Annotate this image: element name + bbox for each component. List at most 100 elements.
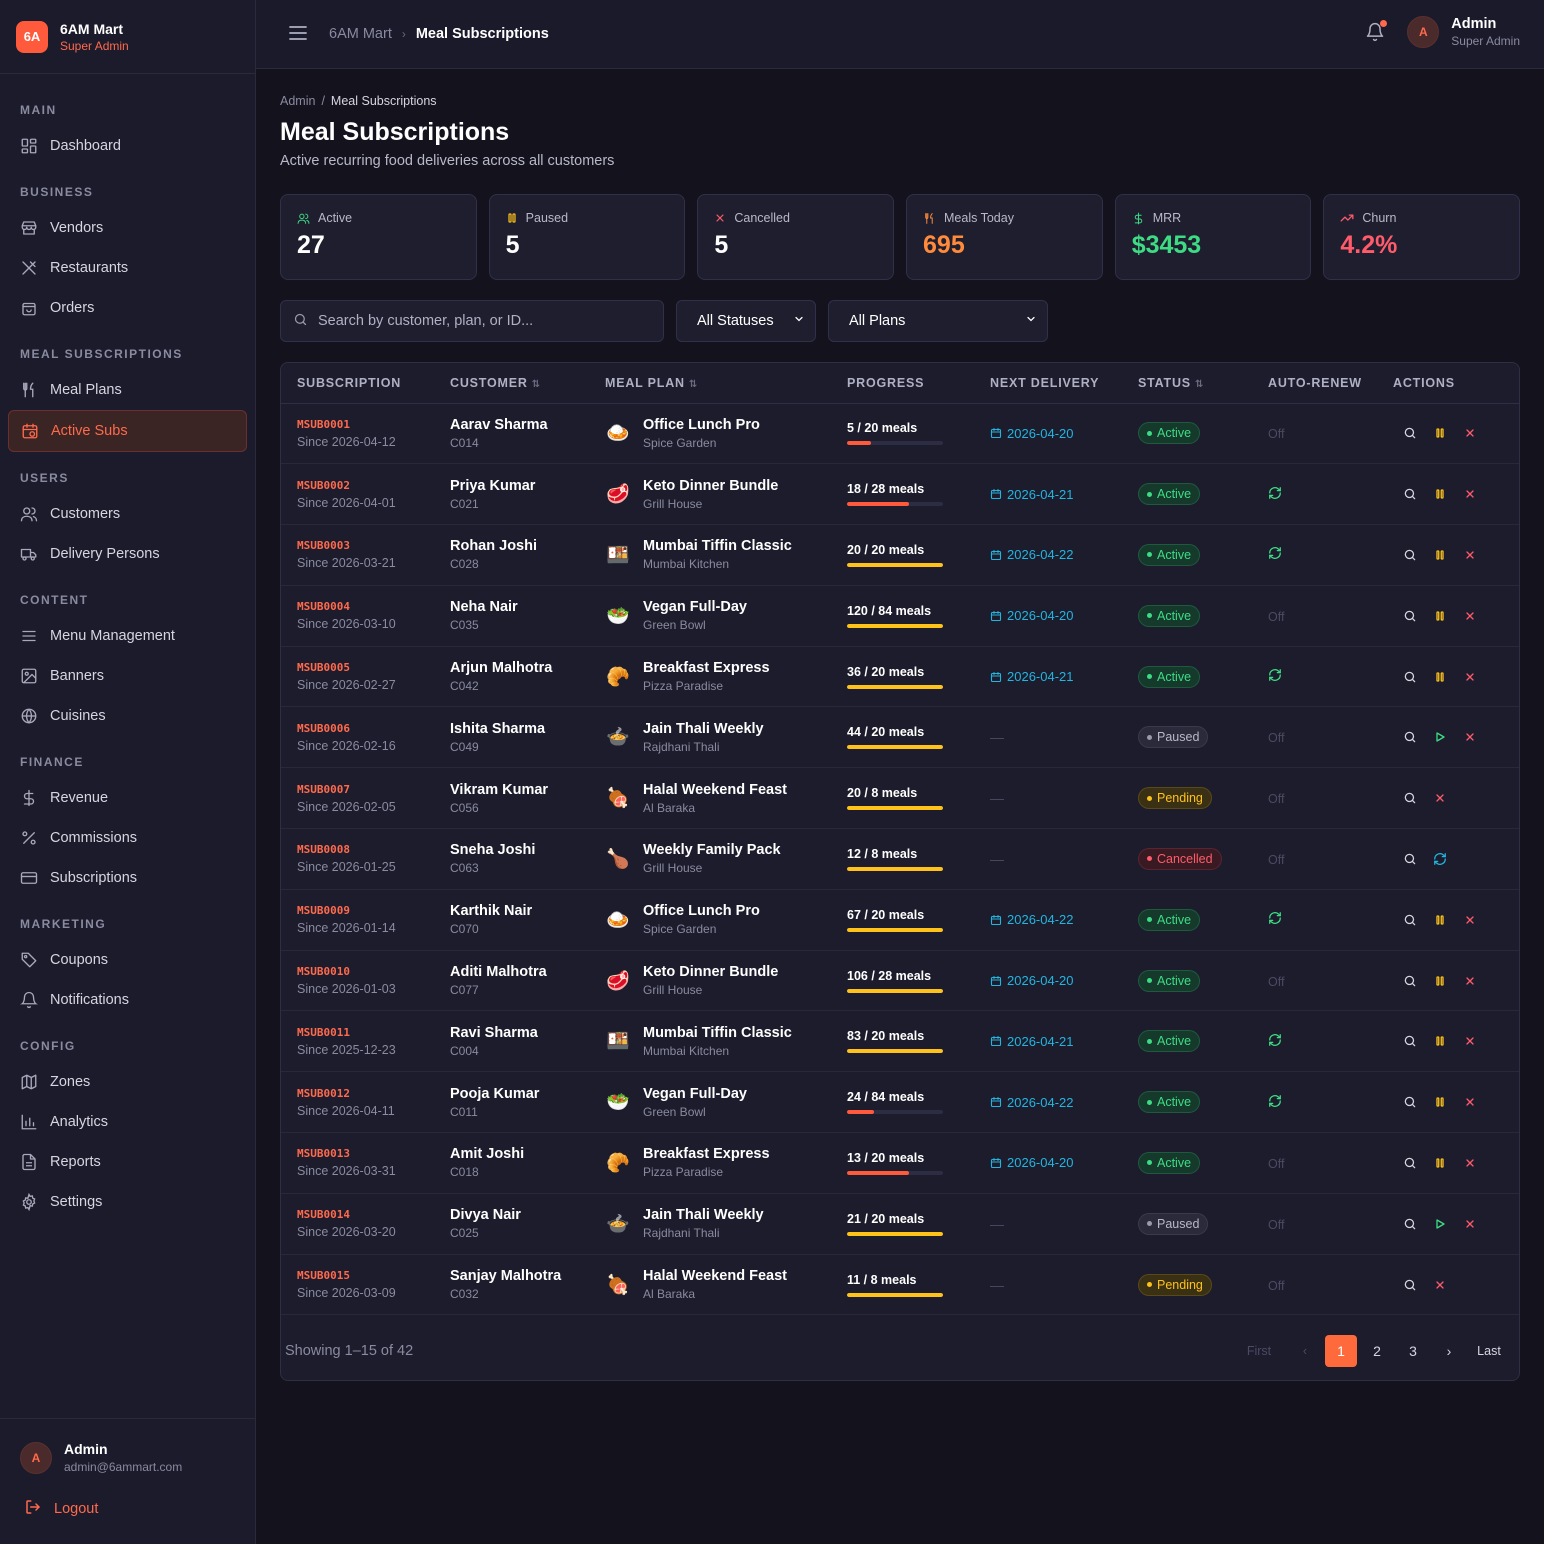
view-icon[interactable] <box>1403 1278 1417 1292</box>
view-icon[interactable] <box>1403 791 1417 805</box>
pause-icon[interactable] <box>1433 974 1447 988</box>
meal-plan-name[interactable]: Breakfast Express <box>643 660 770 676</box>
cancel-icon[interactable] <box>1463 487 1477 501</box>
customer-name[interactable]: Vikram Kumar <box>450 782 589 798</box>
meal-plan-name[interactable]: Jain Thali Weekly <box>643 1207 764 1223</box>
meal-plan-name[interactable]: Mumbai Tiffin Classic <box>643 538 792 554</box>
customer-name[interactable]: Neha Nair <box>450 599 589 615</box>
pause-icon[interactable] <box>1433 426 1447 440</box>
view-icon[interactable] <box>1403 730 1417 744</box>
customer-name[interactable]: Amit Joshi <box>450 1146 589 1162</box>
view-icon[interactable] <box>1403 670 1417 684</box>
subscription-id[interactable]: MSUB0002 <box>297 479 434 492</box>
meal-plan-name[interactable]: Weekly Family Pack <box>643 842 781 858</box>
table-row[interactable]: MSUB0001 Since 2026-04-12 Aarav Sharma C014… <box>281 403 1519 464</box>
hamburger-menu-icon[interactable] <box>289 25 307 43</box>
table-row[interactable]: MSUB0003 Since 2026-03-21 Rohan Joshi C028 🍱… <box>281 525 1519 586</box>
meal-plan-name[interactable]: Keto Dinner Bundle <box>643 964 778 980</box>
sidebar-item-customers[interactable]: Customers <box>0 494 255 534</box>
subscription-id[interactable]: MSUB0012 <box>297 1087 434 1100</box>
view-icon[interactable] <box>1403 1034 1417 1048</box>
column-header-status[interactable]: STATUS ⇅ <box>1122 363 1252 403</box>
table-row[interactable]: MSUB0010 Since 2026-01-03 Aditi Malhotra C0… <box>281 950 1519 1011</box>
cancel-icon[interactable] <box>1463 548 1477 562</box>
auto-renew-refresh-icon[interactable] <box>1268 911 1282 925</box>
sidebar-item-zones[interactable]: Zones <box>0 1062 255 1102</box>
table-row[interactable]: MSUB0008 Since 2026-01-25 Sneha Joshi C063 🍗… <box>281 829 1519 890</box>
auto-renew-refresh-icon[interactable] <box>1268 546 1282 560</box>
view-icon[interactable] <box>1403 548 1417 562</box>
pagination-prev-icon[interactable]: ‹ <box>1289 1335 1321 1367</box>
cancel-icon[interactable] <box>1463 1095 1477 1109</box>
view-icon[interactable] <box>1403 609 1417 623</box>
sidebar-item-commissions[interactable]: Commissions <box>0 818 255 858</box>
auto-renew-off[interactable]: Off <box>1268 975 1284 989</box>
pause-icon[interactable] <box>1433 1095 1447 1109</box>
table-row[interactable]: MSUB0005 Since 2026-02-27 Arjun Malhotra C0… <box>281 646 1519 707</box>
pause-icon[interactable] <box>1433 609 1447 623</box>
pause-icon[interactable] <box>1433 487 1447 501</box>
auto-renew-off[interactable]: Off <box>1268 731 1284 745</box>
cancel-icon[interactable] <box>1463 730 1477 744</box>
notification-bell-icon[interactable] <box>1365 20 1388 43</box>
topbar-avatar[interactable]: A <box>1407 16 1440 48</box>
sidebar-item-orders[interactable]: Orders <box>0 288 255 328</box>
pagination-page-3[interactable]: 3 <box>1397 1335 1429 1367</box>
meal-plan-name[interactable]: Office Lunch Pro <box>643 417 760 433</box>
resume-icon[interactable] <box>1433 1217 1447 1231</box>
table-row[interactable]: MSUB0013 Since 2026-03-31 Amit Joshi C018 🥐 B… <box>281 1133 1519 1194</box>
pause-icon[interactable] <box>1433 1156 1447 1170</box>
customer-name[interactable]: Sanjay Malhotra <box>450 1268 589 1284</box>
sidebar-user[interactable]: A Admin admin@6ammart.com <box>0 1419 255 1474</box>
customer-name[interactable]: Arjun Malhotra <box>450 660 589 676</box>
cancel-icon[interactable] <box>1463 426 1477 440</box>
meal-plan-name[interactable]: Halal Weekend Feast <box>643 782 787 798</box>
subscription-id[interactable]: MSUB0014 <box>297 1208 434 1221</box>
cancel-icon[interactable] <box>1463 1034 1477 1048</box>
view-icon[interactable] <box>1403 1217 1417 1231</box>
subscription-id[interactable]: MSUB0001 <box>297 418 434 431</box>
subscription-id[interactable]: MSUB0013 <box>297 1147 434 1160</box>
subscription-id[interactable]: MSUB0004 <box>297 600 434 613</box>
auto-renew-off[interactable]: Off <box>1268 427 1284 441</box>
auto-renew-off[interactable]: Off <box>1268 610 1284 624</box>
subscription-id[interactable]: MSUB0006 <box>297 722 434 735</box>
pagination-first[interactable]: First <box>1233 1335 1285 1367</box>
sidebar-item-restaurants[interactable]: Restaurants <box>0 248 255 288</box>
subscription-id[interactable]: MSUB0015 <box>297 1269 434 1282</box>
view-icon[interactable] <box>1403 852 1417 866</box>
customer-name[interactable]: Karthik Nair <box>450 903 589 919</box>
cancel-icon[interactable] <box>1463 670 1477 684</box>
sidebar-item-subscriptions[interactable]: Subscriptions <box>0 858 255 898</box>
subscription-id[interactable]: MSUB0008 <box>297 843 434 856</box>
subscription-id[interactable]: MSUB0011 <box>297 1026 434 1039</box>
meal-plan-name[interactable]: Breakfast Express <box>643 1146 770 1162</box>
pause-icon[interactable] <box>1433 548 1447 562</box>
auto-renew-off[interactable]: Off <box>1268 1218 1284 1232</box>
auto-renew-refresh-icon[interactable] <box>1268 1033 1282 1047</box>
meal-plan-name[interactable]: Keto Dinner Bundle <box>643 478 778 494</box>
sidebar-item-coupons[interactable]: Coupons <box>0 940 255 980</box>
brand[interactable]: 6A 6AM Mart Super Admin <box>0 0 255 74</box>
sort-icon[interactable]: ⇅ <box>532 379 541 390</box>
auto-renew-off[interactable]: Off <box>1268 853 1284 867</box>
meal-plan-name[interactable]: Jain Thali Weekly <box>643 721 764 737</box>
sidebar-item-banners[interactable]: Banners <box>0 656 255 696</box>
pause-icon[interactable] <box>1433 913 1447 927</box>
table-row[interactable]: MSUB0011 Since 2025-12-23 Ravi Sharma C004 🍱… <box>281 1011 1519 1072</box>
resume-icon[interactable] <box>1433 730 1447 744</box>
column-header-meal-plan[interactable]: MEAL PLAN ⇅ <box>589 363 831 403</box>
reactivate-icon[interactable] <box>1433 852 1447 866</box>
subscription-id[interactable]: MSUB0005 <box>297 661 434 674</box>
view-icon[interactable] <box>1403 913 1417 927</box>
subscription-id[interactable]: MSUB0003 <box>297 539 434 552</box>
view-icon[interactable] <box>1403 1156 1417 1170</box>
sort-icon[interactable]: ⇅ <box>689 379 698 390</box>
sidebar-item-dashboard[interactable]: Dashboard <box>0 126 255 166</box>
sidebar-item-meal-plans[interactable]: Meal Plans <box>0 370 255 410</box>
auto-renew-refresh-icon[interactable] <box>1268 668 1282 682</box>
sidebar-item-delivery-persons[interactable]: Delivery Persons <box>0 534 255 574</box>
plan-filter-select[interactable]: All Plans <box>828 300 1048 342</box>
customer-name[interactable]: Rohan Joshi <box>450 538 589 554</box>
status-filter-select[interactable]: All Statuses <box>676 300 816 342</box>
